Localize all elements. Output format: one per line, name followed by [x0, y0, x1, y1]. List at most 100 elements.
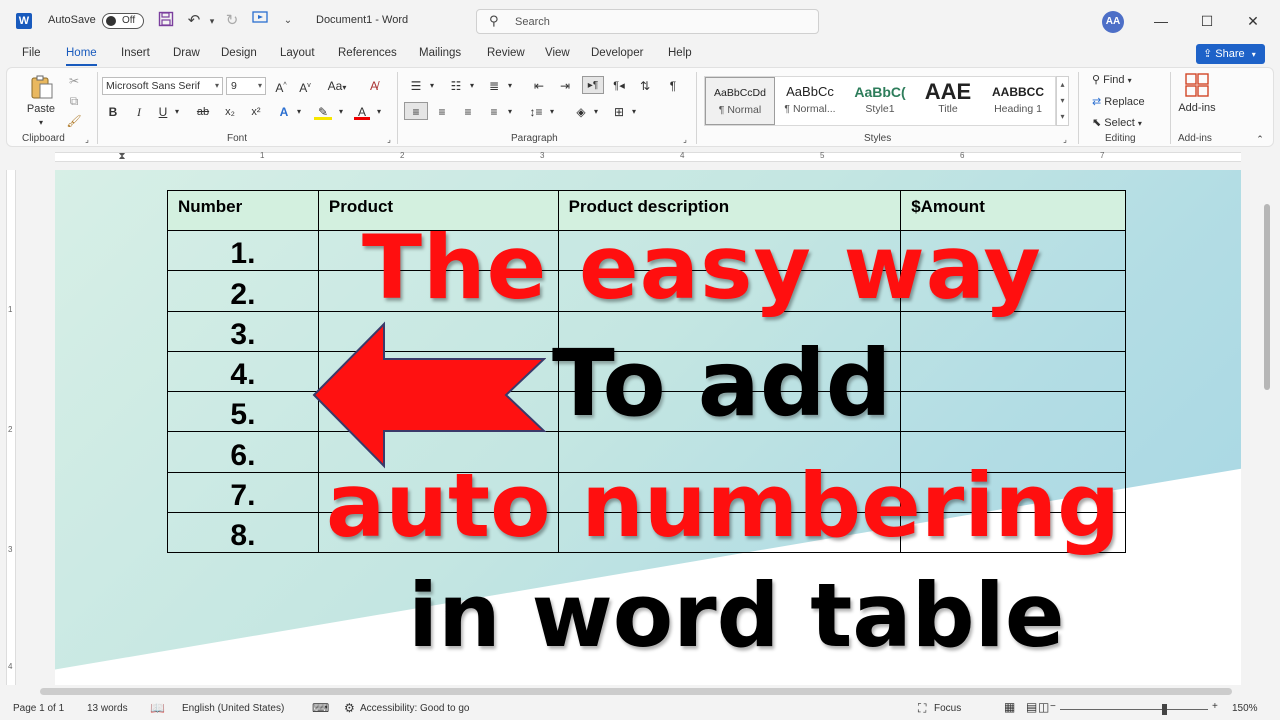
borders-dropdown-icon[interactable]: ▾: [630, 103, 638, 121]
style-normal-alt[interactable]: AaBbCc ¶ Normal...: [775, 77, 845, 125]
autosave-toggle[interactable]: Off: [102, 13, 144, 29]
tab-references[interactable]: References: [338, 47, 397, 59]
number-cell[interactable]: 6.: [167, 431, 319, 473]
add-ins-icon[interactable]: [1182, 72, 1212, 100]
decrease-indent-icon[interactable]: ⇤: [530, 77, 548, 95]
bold-button[interactable]: B: [106, 103, 120, 121]
cut-icon[interactable]: ✂: [66, 72, 82, 90]
focus-label[interactable]: Focus: [934, 703, 961, 714]
font-color-icon[interactable]: A: [354, 103, 370, 120]
font-color-dropdown-icon[interactable]: ▾: [374, 103, 384, 121]
user-avatar[interactable]: AA: [1102, 11, 1124, 33]
sort-icon[interactable]: ⇅: [636, 77, 654, 95]
proofing-icon[interactable]: 📖: [150, 701, 165, 715]
web-layout-icon[interactable]: ◫: [1038, 700, 1049, 714]
share-button[interactable]: ⇪ Share ▾: [1196, 44, 1265, 64]
clipboard-launcher-icon[interactable]: ⌟: [82, 131, 92, 149]
tab-insert[interactable]: Insert: [121, 47, 150, 59]
italic-button[interactable]: I: [132, 103, 146, 121]
word-count[interactable]: 13 words: [87, 703, 128, 714]
indent-marker-icon[interactable]: ⧗: [116, 148, 128, 166]
show-marks-icon[interactable]: ¶: [664, 77, 682, 95]
focus-icon[interactable]: ⛶: [918, 701, 926, 716]
paragraph-launcher-icon[interactable]: ⌟: [680, 131, 690, 149]
format-painter-icon[interactable]: 🖌: [66, 112, 82, 130]
copy-icon[interactable]: ⧉: [66, 92, 82, 110]
rtl-paragraph-icon[interactable]: ¶◂: [610, 77, 628, 95]
zoom-level[interactable]: 150%: [1232, 703, 1258, 714]
number-cell[interactable]: 4.: [167, 350, 319, 393]
select-button[interactable]: ⬉ Select ▾: [1092, 114, 1162, 132]
bullets-dropdown-icon[interactable]: ▾: [428, 77, 436, 95]
text-effects-dropdown-icon[interactable]: ▾: [294, 103, 304, 121]
style-heading-1[interactable]: AABBCC Heading 1: [983, 77, 1053, 125]
superscript-button[interactable]: x²: [248, 103, 264, 121]
accessibility-icon[interactable]: ⚙: [344, 701, 355, 715]
tab-draw[interactable]: Draw: [173, 47, 200, 59]
align-center-icon[interactable]: ≡: [432, 103, 452, 121]
maximize-icon[interactable]: ☐: [1195, 10, 1219, 32]
numbering-dropdown-icon[interactable]: ▾: [468, 77, 476, 95]
tab-design[interactable]: Design: [221, 47, 257, 59]
style-title[interactable]: AAE Title: [913, 77, 983, 125]
vertical-scrollbar[interactable]: [1262, 170, 1272, 685]
styles-scroll[interactable]: ▴ ▾ ▾: [1056, 76, 1069, 126]
multilevel-dropdown-icon[interactable]: ▾: [506, 77, 514, 95]
subscript-button[interactable]: x₂: [222, 103, 238, 121]
zoom-slider-thumb[interactable]: [1162, 704, 1167, 715]
tab-developer[interactable]: Developer: [591, 47, 643, 59]
font-launcher-icon[interactable]: ⌟: [384, 131, 394, 149]
undo-icon[interactable]: ↶: [184, 11, 204, 31]
number-cell[interactable]: 1.: [167, 229, 319, 272]
close-icon[interactable]: ✕: [1241, 10, 1265, 32]
paste-icon[interactable]: [26, 73, 58, 103]
borders-icon[interactable]: ⊞: [610, 103, 628, 121]
font-size-select[interactable]: 9 ▾: [226, 77, 266, 95]
header-cell-number[interactable]: Number: [167, 190, 319, 231]
number-cell[interactable]: 8.: [167, 512, 319, 554]
add-ins-button[interactable]: Add-ins: [1174, 99, 1220, 117]
tab-mailings[interactable]: Mailings: [419, 47, 461, 59]
style-style1[interactable]: AaBbC( Style1: [845, 77, 915, 125]
paste-dropdown-icon[interactable]: ▾: [36, 114, 46, 132]
chevron-up-icon[interactable]: ▴: [1057, 77, 1068, 93]
tab-layout[interactable]: Layout: [280, 47, 315, 59]
table-cell[interactable]: [900, 391, 1126, 433]
number-cell[interactable]: 5.: [167, 391, 319, 433]
customize-toolbar-icon[interactable]: ⌄: [278, 11, 298, 31]
save-icon[interactable]: [156, 11, 176, 31]
underline-button[interactable]: U: [156, 103, 170, 121]
shrink-font-icon[interactable]: Av: [296, 77, 314, 95]
bullets-icon[interactable]: ☰: [406, 77, 426, 95]
align-left-icon[interactable]: ≡: [404, 102, 428, 120]
numbering-icon[interactable]: ☷: [446, 77, 466, 95]
change-case-button[interactable]: Aa▾: [326, 77, 348, 95]
shading-dropdown-icon[interactable]: ▾: [592, 103, 600, 121]
find-button[interactable]: ⚲ Find ▾: [1092, 71, 1154, 89]
more-styles-icon[interactable]: ▾: [1057, 109, 1068, 125]
zoom-slider[interactable]: [1060, 709, 1208, 710]
zoom-out-icon[interactable]: −: [1050, 701, 1056, 712]
tab-file[interactable]: File: [22, 47, 41, 59]
align-right-icon[interactable]: ≡: [458, 103, 478, 121]
grow-font-icon[interactable]: A^: [272, 77, 290, 95]
style-normal[interactable]: AaBbCcDd ¶ Normal: [705, 77, 775, 125]
table-cell[interactable]: [900, 350, 1126, 393]
replace-button[interactable]: ⇄ Replace: [1092, 93, 1162, 111]
text-effects-icon[interactable]: A: [276, 103, 292, 121]
minimize-icon[interactable]: —: [1149, 10, 1173, 32]
redo-icon[interactable]: ↻: [222, 11, 242, 31]
collapse-ribbon-icon[interactable]: ⌃: [1254, 130, 1266, 148]
horizontal-scrollbar[interactable]: [40, 688, 1232, 695]
multilevel-list-icon[interactable]: ≣: [484, 77, 504, 95]
line-spacing-dropdown-icon[interactable]: ▾: [548, 103, 556, 121]
undo-dropdown-icon[interactable]: ▾: [202, 11, 222, 31]
scrollbar-thumb[interactable]: [1264, 204, 1270, 390]
shading-icon[interactable]: ◈: [572, 103, 590, 121]
page-count[interactable]: Page 1 of 1: [13, 703, 64, 714]
strikethrough-button[interactable]: ab: [194, 103, 212, 121]
tab-review[interactable]: Review: [487, 47, 525, 59]
line-spacing-icon[interactable]: ↕≡: [526, 103, 546, 121]
number-cell[interactable]: 3.: [167, 310, 319, 352]
number-cell[interactable]: 2.: [167, 270, 319, 312]
